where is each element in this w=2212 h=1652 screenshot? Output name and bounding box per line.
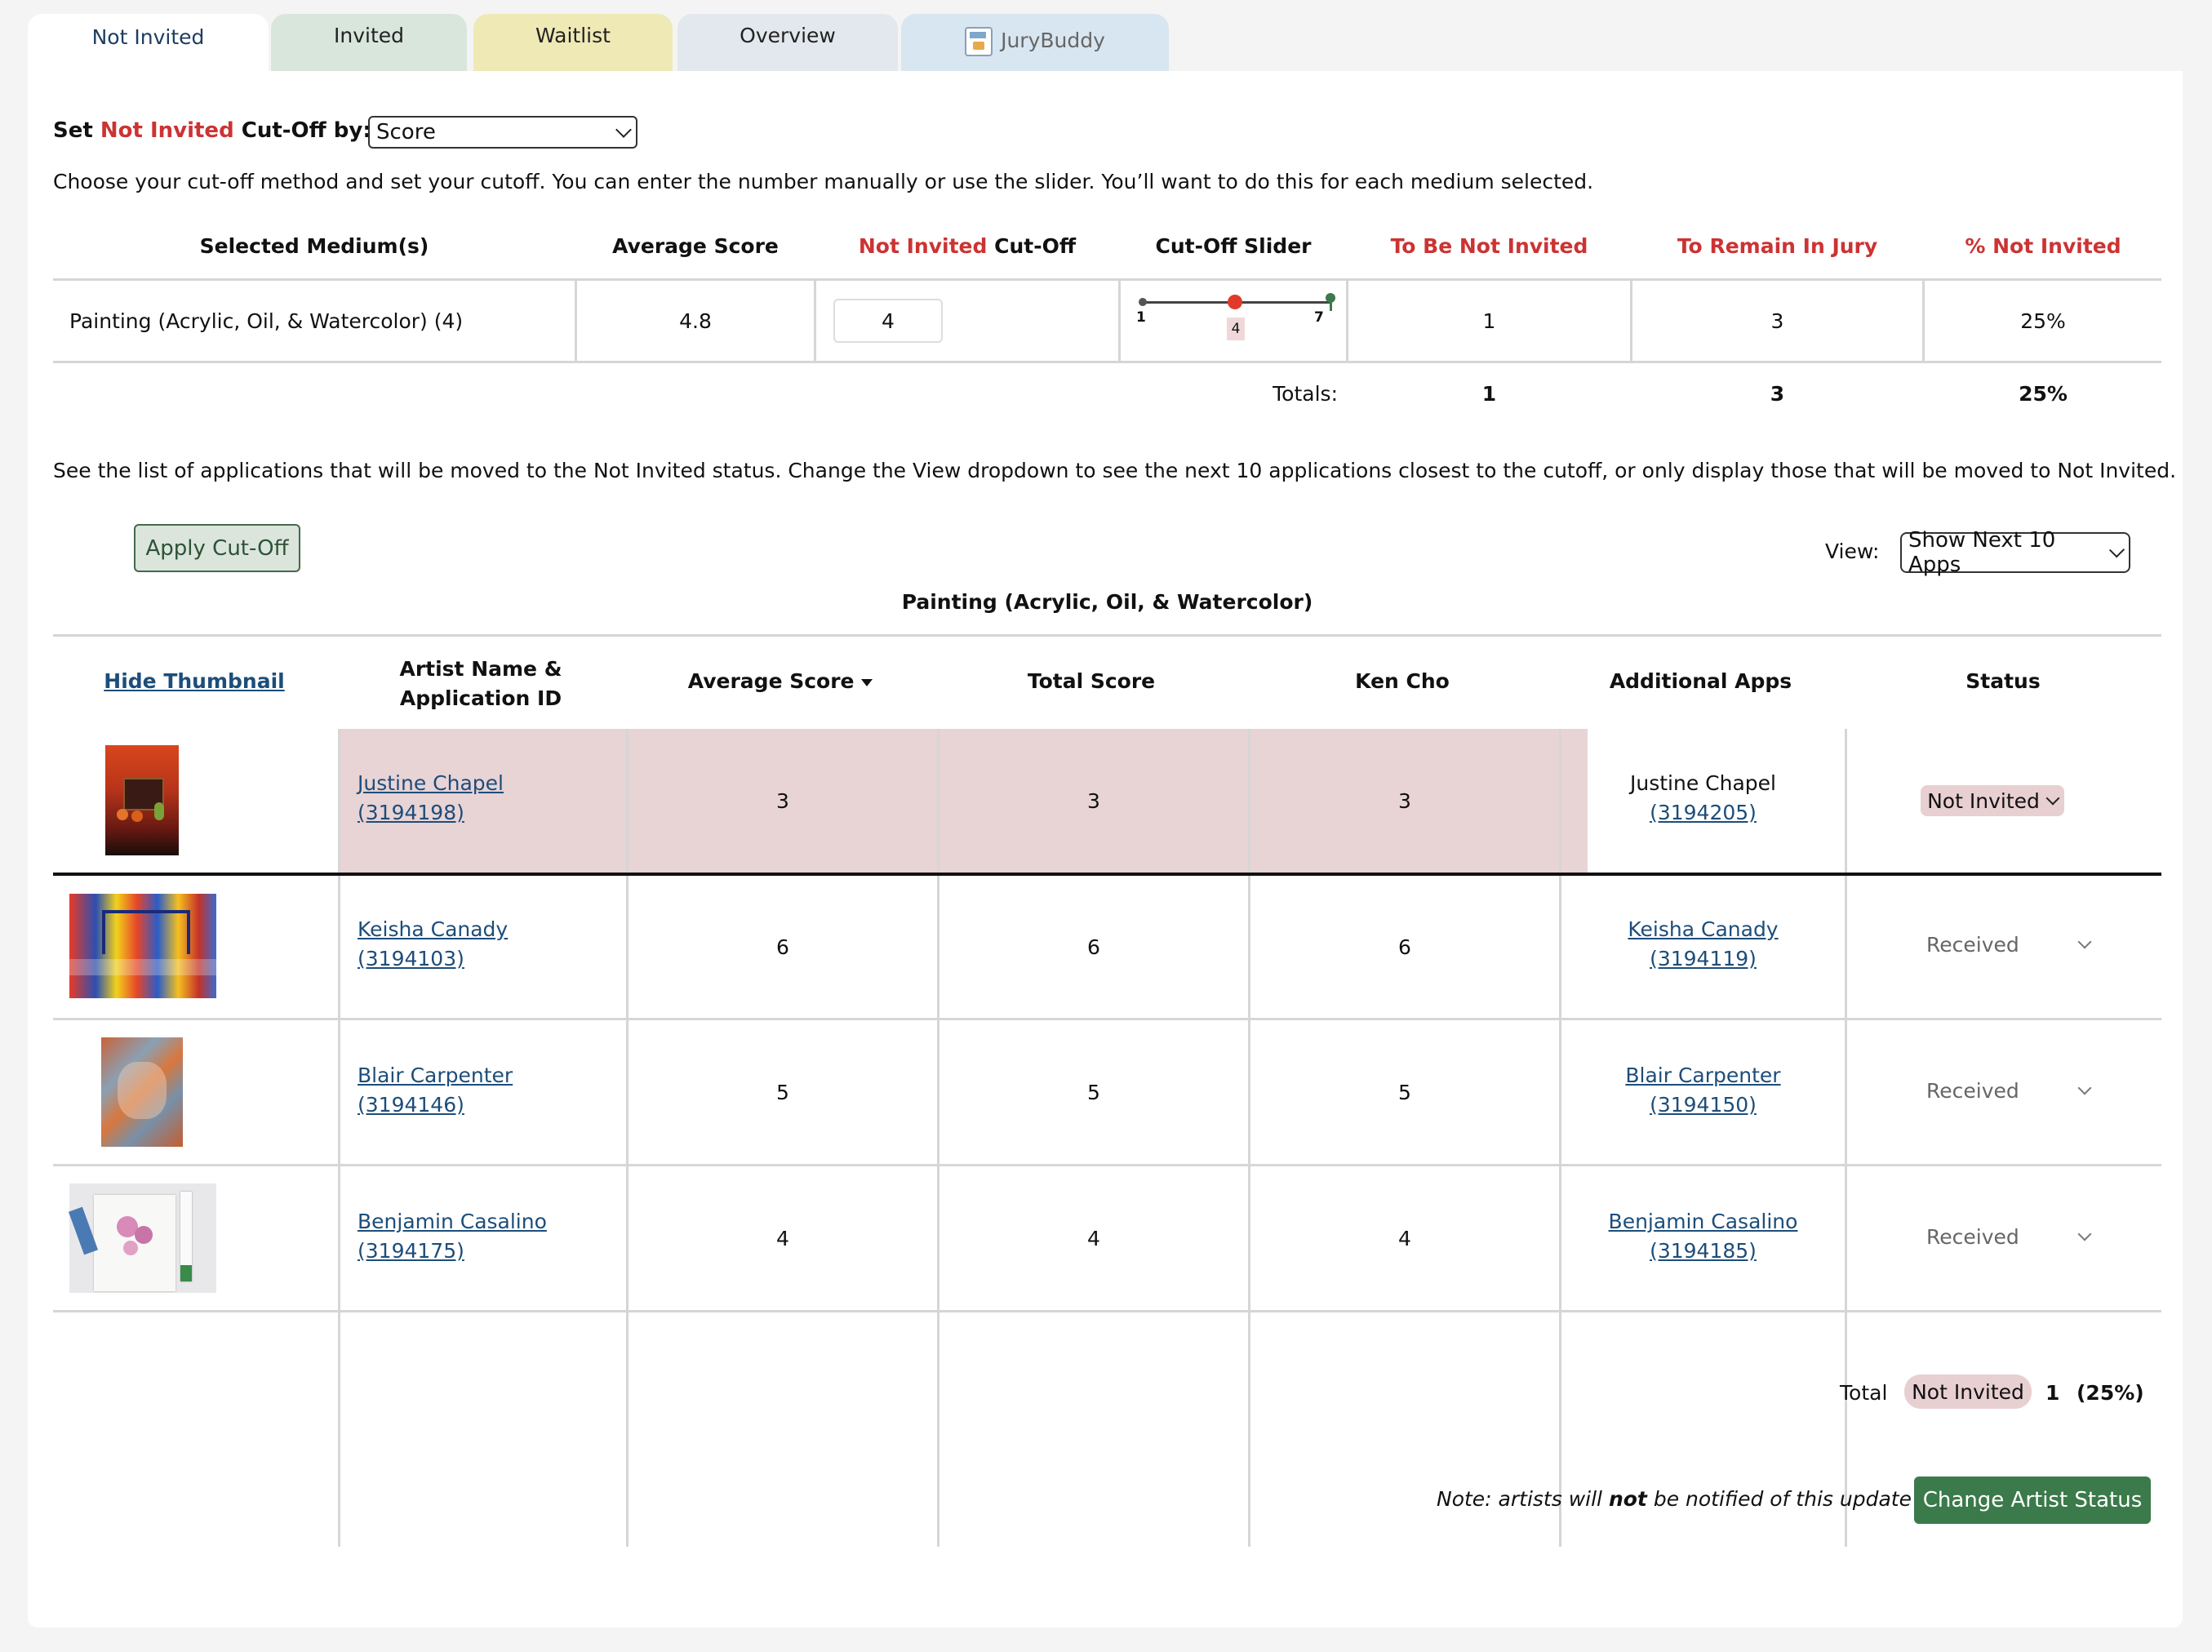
- chevron-down-icon: [2108, 542, 2125, 558]
- list-instructions: See the list of applications that will b…: [53, 459, 2177, 482]
- tab-waitlist[interactable]: Waitlist: [473, 14, 673, 71]
- header-status: Status: [1965, 669, 2041, 693]
- summary-average: 4.8: [679, 309, 712, 333]
- artist-link[interactable]: Benjamin Casalino (3194175): [358, 1207, 547, 1266]
- artwork-thumbnail[interactable]: [101, 1037, 183, 1147]
- avg-score-cell: 3: [776, 788, 789, 813]
- view-select[interactable]: Show Next 10 Apps: [1900, 528, 2130, 577]
- artwork-thumbnail[interactable]: [105, 745, 179, 855]
- totals-pct: 25%: [2019, 381, 2068, 406]
- footer-not-invited-badge: Not Invited: [1904, 1374, 2032, 1409]
- additional-app-link[interactable]: Keisha Canady (3194119): [1561, 915, 1845, 974]
- artist-link[interactable]: Justine Chapel (3194198): [358, 769, 504, 828]
- cutoff-method-select[interactable]: Score: [368, 116, 637, 149]
- footer-total-label: Total: [1840, 1381, 1888, 1405]
- additional-app-link[interactable]: Blair Carpenter (3194150): [1561, 1061, 1845, 1120]
- jurybuddy-logo-icon: [965, 27, 993, 56]
- juror-score-cell: 3: [1398, 788, 1411, 813]
- avg-score-cell: 4: [776, 1226, 789, 1250]
- chevron-down-icon: [2045, 791, 2060, 806]
- cutoff-slider[interactable]: 1 7 4: [1136, 291, 1342, 357]
- additional-app-link[interactable]: (3194205): [1561, 798, 1845, 828]
- avg-score-cell: 5: [776, 1080, 789, 1104]
- tab-overview[interactable]: Overview: [677, 14, 898, 71]
- cutoff-input-value: 4: [882, 309, 895, 333]
- juror-score-cell: 4: [1398, 1226, 1411, 1250]
- tab-jurybuddy[interactable]: JuryBuddy: [901, 14, 1169, 71]
- totals-label: Totals:: [1273, 381, 1338, 406]
- additional-app-link[interactable]: Benjamin Casalino (3194185): [1561, 1207, 1845, 1266]
- header-selected-medium: Selected Medium(s): [199, 234, 429, 258]
- tab-invited[interactable]: Invited: [271, 14, 467, 71]
- cutoff-input[interactable]: 4: [833, 299, 943, 343]
- slider-thumb[interactable]: [1228, 295, 1242, 309]
- header-total-score: Total Score: [1027, 669, 1156, 693]
- header-additional-apps: Additional Apps: [1609, 669, 1792, 693]
- juror-score-cell: 6: [1398, 935, 1411, 959]
- artwork-thumbnail[interactable]: [68, 1183, 216, 1293]
- chevron-down-icon: [615, 122, 632, 138]
- header-juror: Ken Cho: [1355, 669, 1450, 693]
- header-cutoff-slider: Cut-Off Slider: [1155, 234, 1312, 258]
- summary-pct: 25%: [2020, 309, 2066, 333]
- artist-link[interactable]: Keisha Canady (3194103): [358, 915, 508, 974]
- change-artist-status-button[interactable]: Change Artist Status: [1914, 1477, 2151, 1524]
- summary-medium: Painting (Acrylic, Oil, & Watercolor) (4…: [69, 309, 464, 333]
- footer-count: 1: [2045, 1381, 2060, 1405]
- slider-max-label: 7: [1314, 309, 1324, 326]
- total-score-cell: 6: [1087, 935, 1100, 959]
- tab-label: Not Invited: [91, 25, 205, 49]
- totals-to-be: 1: [1481, 381, 1497, 406]
- header-to-be-not-invited: To Be Not Invited: [1390, 234, 1588, 258]
- chevron-down-icon: [2077, 935, 2092, 949]
- notification-note: Note: artists will not be notified of th…: [1437, 1487, 1912, 1511]
- header-pct-not-invited: % Not Invited: [1965, 234, 2121, 258]
- total-score-cell: 4: [1087, 1226, 1100, 1250]
- status-select[interactable]: Received: [1926, 1076, 2092, 1105]
- main-panel: Set Not Invited Cut-Off by: Score Choose…: [28, 71, 2183, 1628]
- header-average-score: Average Score: [612, 234, 779, 258]
- header-avg-score-sort[interactable]: Average Score: [626, 669, 935, 693]
- sort-desc-icon: [861, 678, 873, 686]
- apply-cutoff-button[interactable]: Apply Cut-Off: [134, 524, 300, 572]
- artist-link[interactable]: Blair Carpenter (3194146): [358, 1061, 513, 1120]
- tab-label: Invited: [333, 24, 404, 47]
- cutoff-instructions: Choose your cut-off method and set your …: [53, 170, 1594, 193]
- slider-value-label: 4: [1227, 318, 1245, 340]
- medium-title: Painting (Acrylic, Oil, & Watercolor): [901, 590, 1313, 614]
- view-label: View:: [1825, 540, 1880, 563]
- summary-to-be-not-invited: 1: [1482, 309, 1496, 333]
- avg-score-cell: 6: [776, 935, 789, 959]
- slider-min-label: 1: [1136, 309, 1146, 326]
- cutoff-method-label: Set Not Invited Cut-Off by:: [53, 118, 371, 143]
- header-artist: Artist Name & Application ID: [399, 657, 562, 710]
- status-select[interactable]: Not Invited: [1921, 785, 2064, 816]
- status-select[interactable]: Received: [1926, 1222, 2092, 1251]
- status-select[interactable]: Received: [1926, 930, 2092, 959]
- chevron-down-icon: [2077, 1081, 2092, 1095]
- juror-score-cell: 5: [1398, 1080, 1411, 1104]
- hide-thumbnail-link[interactable]: Hide Thumbnail: [53, 669, 335, 693]
- totals-remain: 3: [1770, 381, 1785, 406]
- header-to-remain: To Remain In Jury: [1677, 234, 1878, 258]
- cutoff-method-value: Score: [376, 120, 436, 144]
- summary-to-remain: 3: [1770, 309, 1784, 333]
- artwork-thumbnail[interactable]: [69, 894, 216, 998]
- additional-app: Justine Chapel (3194205): [1561, 769, 1845, 828]
- slider-min-dot: [1139, 298, 1147, 306]
- chevron-down-icon: [2077, 1227, 2092, 1241]
- header-cutoff: Not Invited Cut-Off: [858, 234, 1077, 258]
- total-score-cell: 3: [1087, 788, 1100, 813]
- view-select-value: Show Next 10 Apps: [1908, 528, 2056, 577]
- footer-pct: (25%): [2077, 1381, 2144, 1405]
- tab-label: JuryBuddy: [1001, 29, 1105, 52]
- total-score-cell: 5: [1087, 1080, 1100, 1104]
- tab-not-invited[interactable]: Not Invited: [28, 14, 269, 75]
- tab-label: Overview: [740, 24, 836, 47]
- tab-label: Waitlist: [535, 24, 611, 47]
